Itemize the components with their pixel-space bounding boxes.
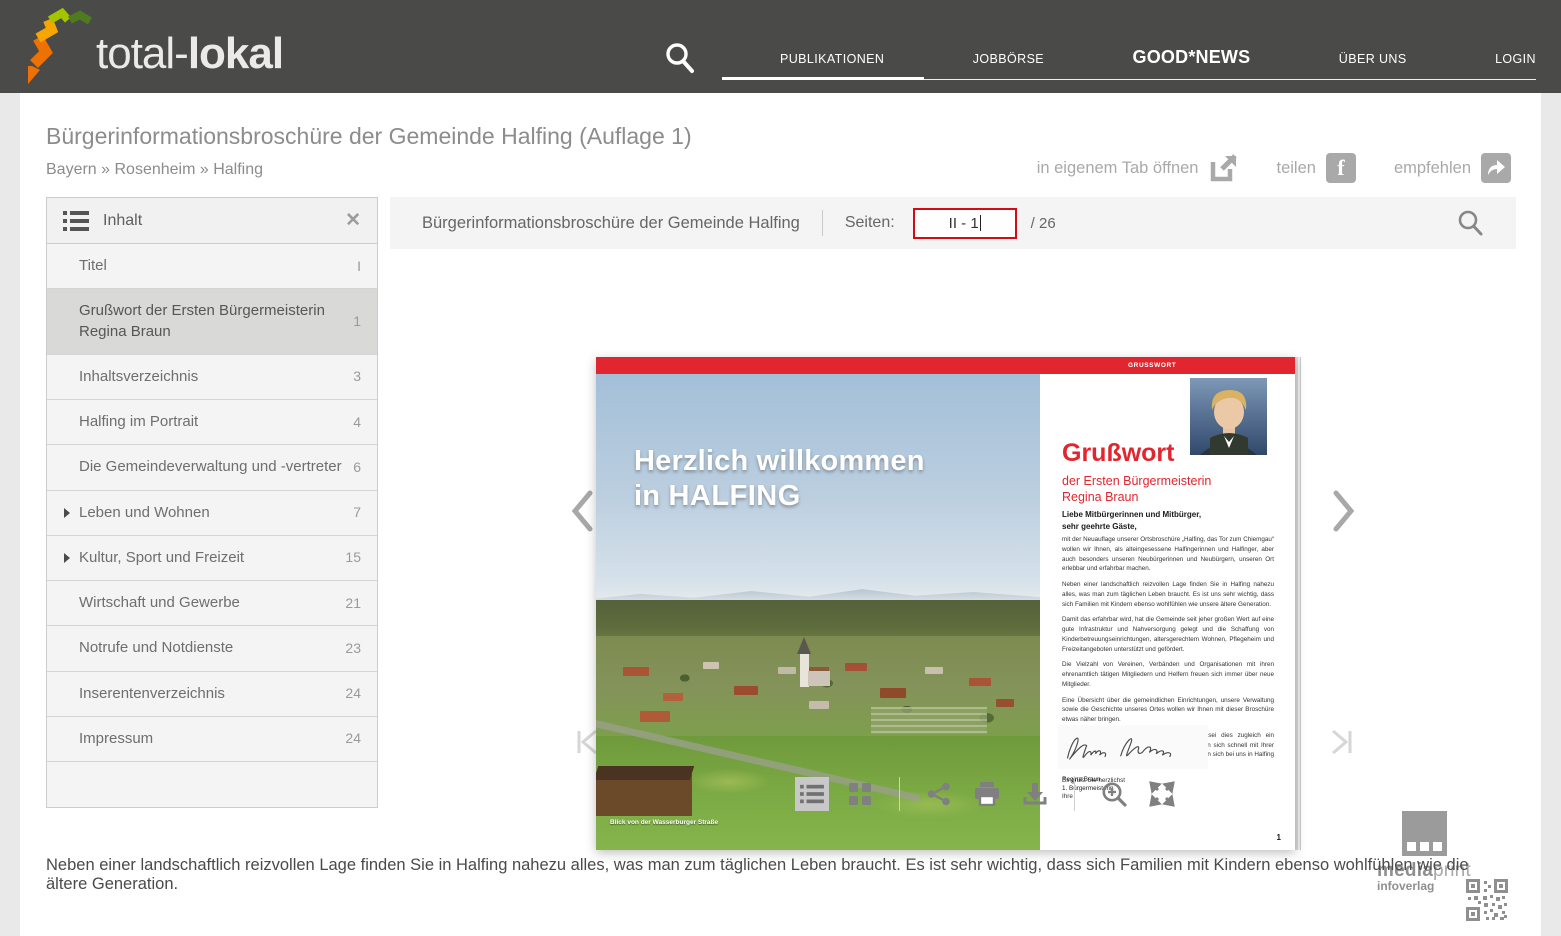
- toc-title: Inhalt: [103, 212, 345, 230]
- toc-item-wirtschaft[interactable]: Wirtschaft und Gewerbe 21: [47, 581, 377, 626]
- expand-arrow-icon[interactable]: [64, 553, 70, 563]
- thumbnail-grid-icon[interactable]: [843, 777, 877, 811]
- chapter-label: GRUSSWORT: [1128, 362, 1176, 369]
- toc-empty-row: [47, 762, 377, 807]
- toc-view-icon[interactable]: [795, 777, 829, 811]
- recommend-link[interactable]: empfehlen: [1394, 153, 1511, 183]
- church-tower: [800, 653, 809, 687]
- toc-item-inhaltsverzeichnis[interactable]: Inhaltsverzeichnis 3: [47, 355, 377, 400]
- text-caret: [980, 215, 981, 231]
- open-in-tab-link[interactable]: in eigenem Tab öffnen: [1037, 153, 1239, 183]
- nav-publikationen[interactable]: PUBLIKATIONEN: [780, 52, 884, 66]
- print-icon[interactable]: [970, 777, 1004, 811]
- toc-header: Inhalt ✕: [47, 197, 377, 244]
- grusswort-subtitle: der Ersten BürgermeisterinRegina Braun: [1062, 473, 1211, 506]
- viewer-toolbar: [795, 777, 1179, 811]
- external-link-icon: [1208, 153, 1238, 183]
- toc-item-titel[interactable]: Titel I: [47, 244, 377, 289]
- page-number-input[interactable]: II - 1: [913, 208, 1017, 239]
- content-panel: Bürgerinformationsbroschüre der Gemeinde…: [20, 93, 1541, 936]
- salutation: Liebe Mitbürgerinnen und Mitbürger,sehr …: [1062, 509, 1201, 533]
- toc-item-kultur-sport-freizeit[interactable]: Kultur, Sport und Freizeit 15: [47, 536, 377, 581]
- table-of-contents: Inhalt ✕ Titel I Grußwort der Ersten Bür…: [46, 197, 378, 808]
- logo-text: total-lokal: [96, 32, 283, 84]
- next-page-arrow[interactable]: [1332, 489, 1356, 533]
- divider: [1074, 777, 1075, 811]
- last-page-icon[interactable]: [1330, 729, 1354, 755]
- nav-ueber-uns[interactable]: ÜBER UNS: [1339, 52, 1407, 66]
- viewer-search-icon[interactable]: [1456, 209, 1484, 237]
- page-title: Bürgerinformationsbroschüre der Gemeinde…: [46, 123, 692, 150]
- page-number: 1: [1277, 833, 1281, 842]
- red-header-bar: [596, 357, 1040, 374]
- zoom-in-icon[interactable]: [1097, 777, 1131, 811]
- fullscreen-icon[interactable]: [1145, 777, 1179, 811]
- red-header-bar: GRUSSWORT: [1040, 357, 1295, 374]
- main-nav: PUBLIKATIONEN JOBBÖRSE GOOD*NEWS ÜBER UN…: [780, 47, 1536, 80]
- open-in-tab-label: in eigenem Tab öffnen: [1037, 159, 1199, 178]
- grusswort-title: Grußwort: [1062, 439, 1175, 468]
- forward-arrow-icon: [1481, 153, 1511, 183]
- header-search-icon[interactable]: [662, 40, 698, 76]
- viewer-title: Bürgerinformationsbroschüre der Gemeinde…: [422, 214, 800, 233]
- expand-arrow-icon[interactable]: [64, 508, 70, 518]
- photo-caption: Blick von der Wasserburger Straße: [610, 819, 718, 826]
- toc-item-grusswort[interactable]: Grußwort der Ersten Bürgermeisterin Regi…: [47, 289, 377, 355]
- viewer-header: Bürgerinformationsbroschüre der Gemeinde…: [390, 197, 1516, 249]
- pages-label: Seiten:: [845, 214, 895, 232]
- toc-item-leben-und-wohnen[interactable]: Leben und Wohnen 7: [47, 491, 377, 536]
- page-total: / 26: [1031, 215, 1056, 232]
- divider: [822, 210, 823, 236]
- share-icon[interactable]: [922, 777, 956, 811]
- share-facebook-link[interactable]: teilen f: [1276, 153, 1355, 183]
- facebook-icon: f: [1326, 153, 1356, 183]
- signature-image: [1058, 725, 1208, 769]
- viewer-stage: Herzlich willkommen in HALFING Blick von…: [390, 249, 1516, 853]
- previous-page-arrow[interactable]: [570, 489, 594, 533]
- toc-item-gemeindeverwaltung[interactable]: Die Gemeindeverwaltung und -vertreter 6: [47, 445, 377, 490]
- breadcrumb[interactable]: Bayern » Rosenheim » Halfing: [46, 161, 263, 179]
- page-actions: in eigenem Tab öffnen teilen f empfehlen: [1037, 153, 1511, 183]
- qr-code[interactable]: [1466, 879, 1508, 921]
- mediaprint-icon: [1402, 811, 1447, 856]
- nav-login[interactable]: LOGIN: [1495, 52, 1536, 66]
- logo-zigzag-icon: [24, 8, 96, 84]
- toc-item-impressum[interactable]: Impressum 24: [47, 717, 377, 762]
- nav-goodnews[interactable]: GOOD*NEWS: [1133, 47, 1251, 68]
- mayor-portrait-photo: [1190, 378, 1267, 455]
- download-icon[interactable]: [1018, 777, 1052, 811]
- toc-item-notrufe[interactable]: Notrufe und Notdienste 23: [47, 626, 377, 671]
- footer-quote: Neben einer landschaftlich reizvollen La…: [46, 856, 1486, 894]
- toc-item-portrait[interactable]: Halfing im Portrait 4: [47, 400, 377, 445]
- divider: [899, 777, 900, 811]
- village-illustration: [596, 636, 1040, 741]
- cover-headline: Herzlich willkommen in HALFING: [634, 444, 925, 515]
- total-lokal-logo[interactable]: total-lokal: [24, 8, 283, 84]
- close-icon[interactable]: ✕: [345, 211, 361, 230]
- recommend-label: empfehlen: [1394, 159, 1471, 178]
- site-header: total-lokal PUBLIKATIONEN JOBBÖRSE GOOD*…: [0, 0, 1561, 93]
- list-icon: [63, 209, 89, 233]
- nav-jobboerse[interactable]: JOBBÖRSE: [973, 52, 1044, 66]
- toc-item-inserenten[interactable]: Inserentenverzeichnis 24: [47, 672, 377, 717]
- share-label: teilen: [1276, 159, 1315, 178]
